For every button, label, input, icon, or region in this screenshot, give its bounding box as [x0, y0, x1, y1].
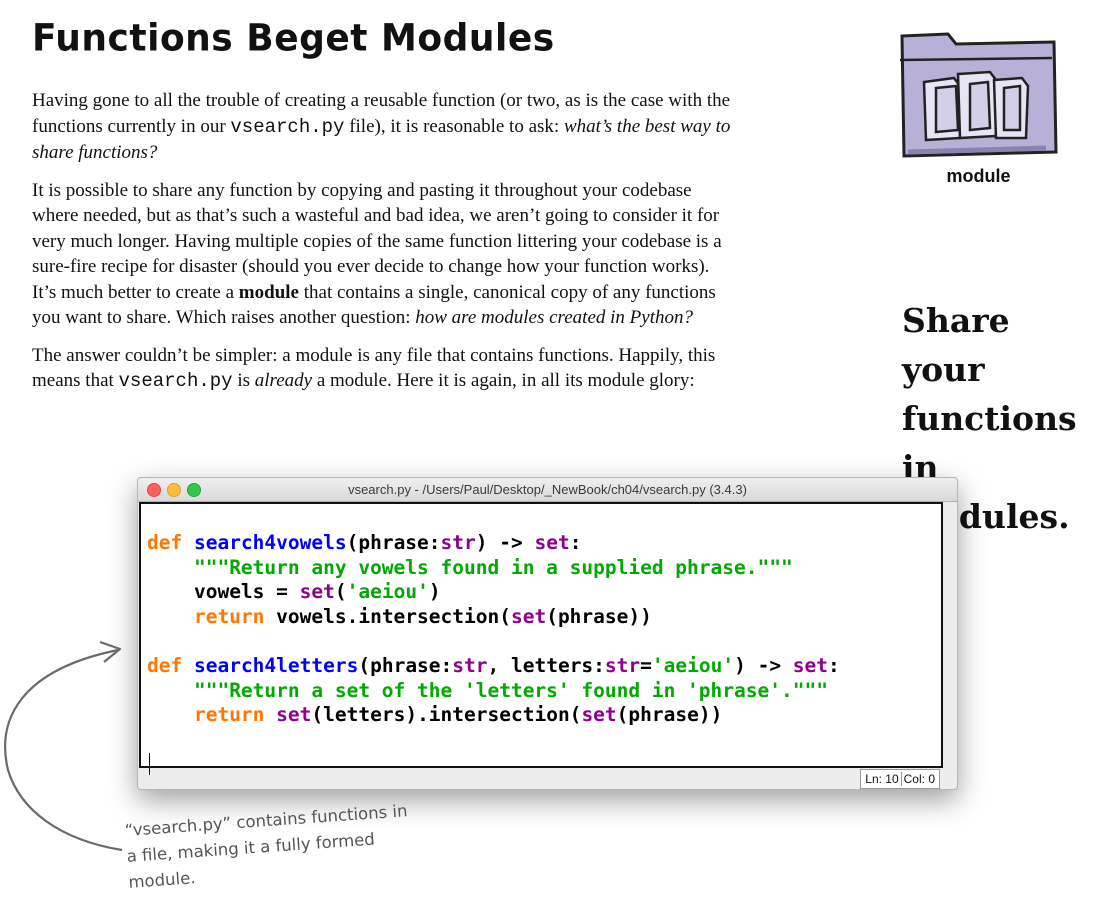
- line-number: Ln: 10: [865, 772, 899, 786]
- cursor-position: Ln: 10 Col: 0: [860, 769, 940, 789]
- body-text: Having gone to all the trouble of creati…: [32, 88, 732, 407]
- idle-editor-window: vsearch.py - /Users/Paul/Desktop/_NewBoo…: [137, 477, 958, 790]
- share-line-1: Share your: [902, 301, 1010, 389]
- module-caption: module: [946, 166, 1011, 186]
- code-line-3: vowels = set('aeiou'): [193, 580, 441, 604]
- already-emphasis: already: [254, 370, 313, 391]
- code-line-2: """Return any vowels found in a supplied…: [193, 555, 793, 579]
- share-line-2: functions: [902, 399, 1077, 438]
- code-line-1: def search4vowels(phrase:str) -> set:: [147, 531, 582, 554]
- window-titlebar[interactable]: vsearch.py - /Users/Paul/Desktop/_NewBoo…: [138, 478, 957, 502]
- filename-code-2: vsearch.py: [118, 370, 233, 392]
- module-term: module: [238, 281, 299, 303]
- page-title: Functions Beget Modules: [32, 16, 555, 61]
- curved-arrow-icon: [4, 640, 123, 852]
- window-title: vsearch.py - /Users/Paul/Desktop/_NewBoo…: [348, 482, 747, 497]
- annotation-note: “vsearch.py” contains functions in a fil…: [124, 798, 412, 896]
- p1-text-2: file), it is reasonable to ask:: [344, 115, 564, 137]
- status-bar: Ln: 10 Col: 0: [138, 768, 957, 789]
- paragraph-1: Having gone to all the trouble of creati…: [32, 88, 732, 166]
- code-line-4: return vowels.intersection(set(phrase)): [193, 604, 652, 628]
- code-listing: def search4vowels(phrase:str) -> set: ""…: [147, 531, 840, 728]
- folder-with-documents-icon: [899, 32, 1058, 158]
- paragraph-2: It is possible to share any function by …: [32, 178, 732, 331]
- code-line-8: return set(letters).intersection(set(phr…: [193, 703, 723, 727]
- p3-text-2: is: [232, 370, 255, 391]
- p3-text-3: a module. Here it is again, in all its m…: [312, 370, 695, 391]
- filename-code: vsearch.py: [230, 115, 345, 138]
- module-illustration: [896, 30, 1061, 170]
- paragraph-3: The answer couldn’t be simpler: a module…: [32, 343, 732, 395]
- column-number: Col: 0: [900, 772, 937, 786]
- code-line-6: def search4letters(phrase:str, letters:s…: [147, 653, 840, 677]
- code-editor[interactable]: def search4vowels(phrase:str) -> set: ""…: [139, 502, 943, 775]
- p2-question: how are modules created in Python?: [415, 307, 693, 328]
- code-line-7: """Return a set of the 'letters' found i…: [193, 678, 828, 702]
